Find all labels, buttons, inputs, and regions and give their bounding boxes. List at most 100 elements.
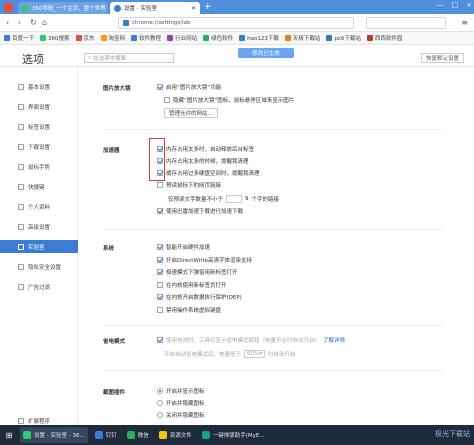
sidebar-icon [18,83,24,90]
checkbox[interactable] [157,244,163,250]
system-option[interactable]: 智能开启硬件加速 [157,243,210,251]
address-bar: ‹ › ↻ ⌂ chrome://settings/lab ≡ [0,14,474,32]
sidebar-item[interactable]: 快捷键 [0,180,78,193]
taskbar-item[interactable]: 一键排版助手(MyE... [199,427,268,443]
settings-search-input[interactable]: ⌕ 在选项中搜索 [84,53,174,63]
sidebar-item[interactable]: 界面设置 [0,100,78,113]
taskbar-item[interactable]: 设置 - 实验室 - 36... [20,427,88,443]
bookmark-item[interactable]: 行业网站 [167,34,197,42]
sidebar-icon [18,283,24,290]
tab-360-home[interactable]: 360导航_一个主页，整个世界 × [18,2,108,14]
learn-more-link[interactable]: 了解详情 [323,336,345,344]
accelerator-option[interactable]: 预读鼠标下的网页链接 [157,181,221,189]
close-window-icon[interactable]: × [466,1,472,9]
sidebar-item-label: 标签设置 [28,124,51,131]
accelerator-option[interactable]: 内存占用太多时，自动释放后台标签 [157,145,254,153]
bookmark-item[interactable]: 京东 [75,34,95,42]
screenshot-option[interactable]: 关闭并隐藏图标 [157,411,205,419]
home-icon[interactable]: ⌂ [42,18,47,27]
refresh-icon[interactable]: ↻ [30,18,37,27]
screenshot-option[interactable]: 开启并显示图标 [157,387,205,395]
bookmark-item[interactable]: hao123下载 [239,34,279,42]
threshold-input[interactable] [226,195,243,203]
sidebar-item-label: 基本设置 [28,84,51,91]
bookmark-item[interactable]: pc6下载站 [326,34,361,42]
checkbox[interactable] [157,337,163,343]
sidebar-item[interactable]: 标签设置 [0,120,78,133]
option-label: 在内核使用新标签页打开 [166,282,227,289]
sidebar-item[interactable]: 高级设置 [0,220,78,233]
radio[interactable] [157,388,163,394]
system-option[interactable]: 在内核开启数据执行保护(DEP) [157,293,242,301]
battery-threshold-select[interactable]: 60% ▾ [244,350,266,358]
taskbar-item[interactable]: 资源文件 [156,427,195,443]
accelerator-option[interactable]: 缓存占用过多硬盘空间时，提醒我清理 [157,169,260,177]
url-input[interactable]: chrome://settings/lab [118,17,354,29]
power-mode-option[interactable]: 使用电池时，工具栏显示省电模式按钮（电量不足时自动开启） 了解详情 [157,336,345,344]
accelerator-option[interactable]: 内存占用太多的时候，提醒我清理 [157,157,249,165]
sidebar-item[interactable]: 下载设置 [0,140,78,153]
radio[interactable] [157,400,163,406]
taskbar-item[interactable]: 微信 [124,427,152,443]
bookmark-item[interactable]: 绿色软件 [203,34,233,42]
download-accel-option[interactable]: 使用迅雷加速下载进行加速下载 [157,207,243,215]
bookmark-item[interactable]: 百度一下 [4,34,34,42]
sidebar-item[interactable]: 鼠标手势 [0,160,78,173]
app-icon [126,431,135,439]
bookmark-icon [326,35,333,41]
bookmark-icon [203,35,210,41]
image-zoom-hide[interactable]: 隐藏“图片放大镜”图标，鼠标悬停区域来显示图片 [164,96,294,104]
system-option[interactable]: 极速模式下弹窗用新标签打开 [157,268,238,276]
checkbox[interactable] [164,97,170,103]
windows-start-icon[interactable]: ⊞ [2,428,16,442]
sidebar-icon [18,103,24,110]
checkbox[interactable] [157,294,163,300]
image-zoom-enable[interactable]: 启用“图片放大镜”功能 [157,83,221,91]
checkbox[interactable] [157,269,163,275]
checkbox[interactable] [157,281,163,288]
restore-defaults-button[interactable]: 恢复默认设置 [420,53,464,63]
sidebar-item-label: 广告过滤 [28,284,51,291]
bookmark-item[interactable]: 淘宝网 [100,34,125,42]
checkbox[interactable] [157,208,163,214]
sidebar-item[interactable]: 广告过滤 [0,280,78,293]
back-icon[interactable]: ‹ [6,18,9,27]
bookmark-item[interactable]: 西西软件园 [366,34,402,42]
sidebar-item-label: 高级设置 [28,224,51,231]
system-option[interactable]: 禁用操作系统虚拟键盘 [157,306,221,314]
checkbox[interactable] [157,182,163,188]
search-engine-input[interactable] [366,17,446,29]
sidebar-item-extensions[interactable]: 扩展程序 [0,416,78,425]
bookmark-item[interactable]: 天极下载站 [284,34,320,42]
sidebar-item[interactable]: 隐私安全设置 [0,260,78,273]
tab-settings-lab[interactable]: 设置 - 实验室 × [110,2,200,14]
manage-sites-button[interactable]: 管理允许的网站... [164,108,218,118]
app-icon [158,431,167,439]
system-option[interactable]: 开启DirectWrite高清字体渲染支持 [157,256,252,264]
checkbox[interactable] [157,306,163,313]
close-icon[interactable]: × [191,5,196,12]
checkbox[interactable] [157,256,163,263]
sidebar-item[interactable]: 实验室 [0,240,78,253]
new-tab-icon[interactable]: + [204,2,212,12]
url-text: chrome://settings/lab [132,20,191,26]
sidebar-item[interactable]: 基本设置 [0,80,78,93]
option-label: 在内核开启数据执行保护(DEP) [166,295,242,301]
menu-icon[interactable]: ≡ [461,18,468,27]
forward-icon[interactable]: › [18,18,21,27]
restore-label: 恢复默认设置 [425,56,459,62]
bookmark-item[interactable]: 软件教程 [131,34,161,42]
taskbar-item[interactable]: 钉钉 [92,427,120,443]
checkbox[interactable] [157,84,163,90]
maximize-icon[interactable]: □ [452,1,459,9]
option-label: 缓存占用过多硬盘空间时，提醒我清理 [166,171,260,177]
bookmark-item[interactable]: 360搜索 [40,34,70,42]
radio[interactable] [157,412,163,418]
screenshot-option[interactable]: 开启并隐藏图标 [157,399,205,407]
system-option[interactable]: 在内核使用新标签页打开 [157,281,227,289]
minimize-icon[interactable]: — [437,1,444,9]
sub-suffix: 时自动开启 [268,352,296,358]
bookmark-icon [167,35,174,41]
sidebar-item[interactable]: 个人资料 [0,200,78,213]
search-placeholder: 在选项中搜索 [93,56,127,62]
